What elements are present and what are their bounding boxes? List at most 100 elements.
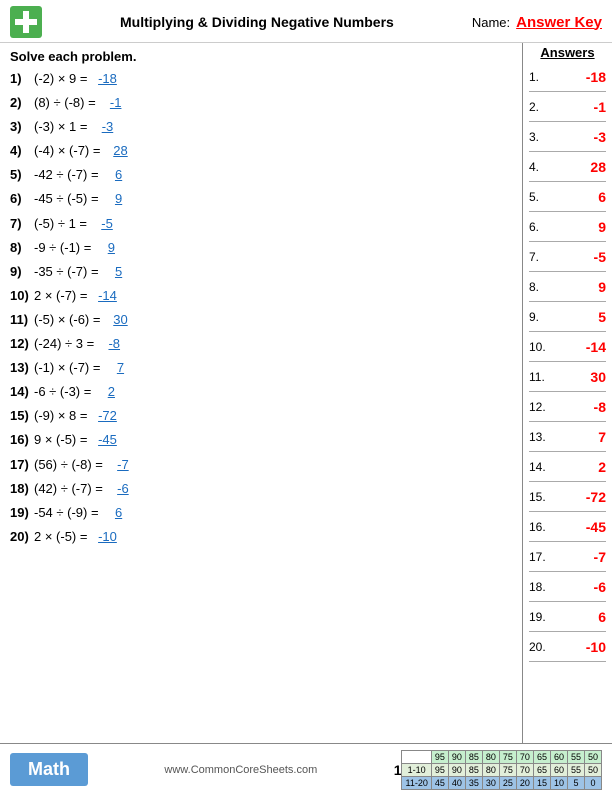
problem-text: 9 × (-5) = bbox=[34, 429, 87, 451]
problem-row: 16) 9 × (-5) = -45 bbox=[10, 429, 512, 451]
problem-row: 8) -9 ÷ (-1) = 9 bbox=[10, 237, 512, 259]
answer-blank: 7 bbox=[104, 357, 136, 379]
answer-value: -14 bbox=[551, 339, 606, 355]
problem-text: 2 × (-7) = bbox=[34, 285, 87, 307]
score-cell: 35 bbox=[465, 776, 482, 789]
answer-value: 9 bbox=[551, 279, 606, 295]
score-cell: 80 bbox=[482, 763, 499, 776]
problem-row: 10) 2 × (-7) = -14 bbox=[10, 285, 512, 307]
answer-value: 2 bbox=[551, 459, 606, 475]
footer-url: www.CommonCoreSheets.com bbox=[88, 764, 394, 776]
problem-text: (-5) ÷ 1 = bbox=[34, 213, 87, 235]
problem-number: 1) bbox=[10, 68, 34, 90]
answer-number: 14. bbox=[529, 460, 551, 474]
problem-text: (42) ÷ (-7) = bbox=[34, 478, 103, 500]
score-header-cell: 85 bbox=[465, 750, 482, 763]
problem-row: 15) (-9) × 8 = -72 bbox=[10, 405, 512, 427]
answer-number: 7. bbox=[529, 250, 551, 264]
problem-number: 18) bbox=[10, 478, 34, 500]
answer-row: 10. -14 bbox=[529, 332, 606, 362]
answer-row: 4. 28 bbox=[529, 152, 606, 182]
answer-blank: 28 bbox=[104, 140, 136, 162]
problem-text: -9 ÷ (-1) = bbox=[34, 237, 91, 259]
answer-blank: -6 bbox=[107, 478, 139, 500]
problem-row: 12) (-24) ÷ 3 = -8 bbox=[10, 333, 512, 355]
name-label: Name: bbox=[472, 15, 510, 30]
problem-row: 11) (-5) × (-6) = 30 bbox=[10, 309, 512, 331]
score-cell: 30 bbox=[482, 776, 499, 789]
problem-number: 4) bbox=[10, 140, 34, 162]
answer-value: -72 bbox=[551, 489, 606, 505]
answer-row: 5. 6 bbox=[529, 182, 606, 212]
score-cell: 15 bbox=[533, 776, 550, 789]
problem-number: 10) bbox=[10, 285, 34, 307]
answers-list: 1. -18 2. -1 3. -3 4. 28 5. 6 6. 9 7. -5… bbox=[529, 62, 606, 662]
score-cell: 70 bbox=[516, 763, 533, 776]
answer-row: 15. -72 bbox=[529, 482, 606, 512]
problem-number: 5) bbox=[10, 164, 34, 186]
answer-blank: -72 bbox=[91, 405, 123, 427]
problem-row: 6) -45 ÷ (-5) = 9 bbox=[10, 188, 512, 210]
problem-number: 8) bbox=[10, 237, 34, 259]
problem-number: 20) bbox=[10, 526, 34, 548]
problem-number: 11) bbox=[10, 309, 34, 331]
problem-text: 2 × (-5) = bbox=[34, 526, 87, 548]
answer-blank: -10 bbox=[91, 526, 123, 548]
score-cell: 40 bbox=[448, 776, 465, 789]
score-cell: 0 bbox=[584, 776, 601, 789]
problem-text: (-3) × 1 = bbox=[34, 116, 87, 138]
math-label: Math bbox=[10, 753, 88, 786]
problem-row: 20) 2 × (-5) = -10 bbox=[10, 526, 512, 548]
score-cell: 60 bbox=[550, 763, 567, 776]
problem-row: 14) -6 ÷ (-3) = 2 bbox=[10, 381, 512, 403]
answer-blank: 5 bbox=[103, 261, 135, 283]
answer-value: 30 bbox=[551, 369, 606, 385]
answer-value: 7 bbox=[551, 429, 606, 445]
problem-number: 6) bbox=[10, 188, 34, 210]
problems-section: Solve each problem. 1) (-2) × 9 = -18 2)… bbox=[0, 43, 522, 743]
score-header-cell: 60 bbox=[550, 750, 567, 763]
answer-value: 5 bbox=[551, 309, 606, 325]
answer-row: 19. 6 bbox=[529, 602, 606, 632]
answer-number: 19. bbox=[529, 610, 551, 624]
problem-text: (-4) × (-7) = bbox=[34, 140, 100, 162]
answer-number: 12. bbox=[529, 400, 551, 414]
page-footer: Math www.CommonCoreSheets.com 1 95908580… bbox=[0, 743, 612, 795]
problem-number: 15) bbox=[10, 405, 34, 427]
answer-value: -3 bbox=[551, 129, 606, 145]
main-content: Solve each problem. 1) (-2) × 9 = -18 2)… bbox=[0, 43, 612, 743]
answer-row: 12. -8 bbox=[529, 392, 606, 422]
problem-number: 7) bbox=[10, 213, 34, 235]
answer-row: 18. -6 bbox=[529, 572, 606, 602]
answer-value: -6 bbox=[551, 579, 606, 595]
page-number: 1 bbox=[394, 762, 402, 778]
problem-text: (-5) × (-6) = bbox=[34, 309, 100, 331]
answer-number: 10. bbox=[529, 340, 551, 354]
problem-text: (-9) × 8 = bbox=[34, 405, 87, 427]
header-right: Name: Answer Key bbox=[472, 14, 602, 31]
problem-number: 12) bbox=[10, 333, 34, 355]
answer-blank: -3 bbox=[91, 116, 123, 138]
answer-blank: 9 bbox=[103, 188, 135, 210]
problem-text: (56) ÷ (-8) = bbox=[34, 454, 103, 476]
score-header-cell: 95 bbox=[431, 750, 448, 763]
score-cell: 85 bbox=[465, 763, 482, 776]
score-corner bbox=[402, 750, 431, 763]
score-header-cell: 75 bbox=[499, 750, 516, 763]
answer-number: 16. bbox=[529, 520, 551, 534]
answer-blank: -7 bbox=[107, 454, 139, 476]
answer-blank: 6 bbox=[103, 502, 135, 524]
answers-column: Answers 1. -18 2. -1 3. -3 4. 28 5. 6 6.… bbox=[522, 43, 612, 743]
score-cell: 5 bbox=[567, 776, 584, 789]
problem-row: 1) (-2) × 9 = -18 bbox=[10, 68, 512, 90]
problem-number: 2) bbox=[10, 92, 34, 114]
score-header-cell: 50 bbox=[584, 750, 601, 763]
answer-row: 1. -18 bbox=[529, 62, 606, 92]
score-table-container: 959085807570656055501-109590858075706560… bbox=[401, 750, 602, 790]
problem-number: 3) bbox=[10, 116, 34, 138]
problem-text: -42 ÷ (-7) = bbox=[34, 164, 99, 186]
answer-number: 8. bbox=[529, 280, 551, 294]
score-header-cell: 90 bbox=[448, 750, 465, 763]
problem-row: 9) -35 ÷ (-7) = 5 bbox=[10, 261, 512, 283]
answer-value: 28 bbox=[551, 159, 606, 175]
